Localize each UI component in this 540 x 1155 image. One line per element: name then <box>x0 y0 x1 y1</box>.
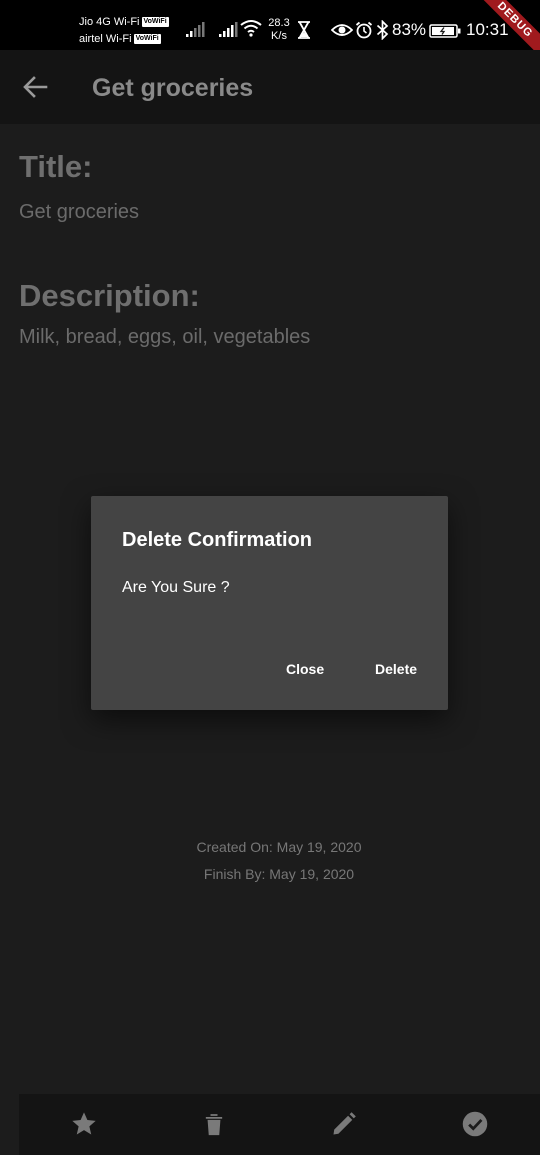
net-speed-value: 28.3 <box>268 17 290 29</box>
arrow-back-icon[interactable] <box>22 75 48 99</box>
delete-button[interactable]: Delete <box>375 659 417 679</box>
eye-icon <box>331 24 353 36</box>
app-bar <box>0 50 540 124</box>
pencil-icon[interactable] <box>330 1110 358 1138</box>
signal-icon <box>186 22 205 37</box>
close-button[interactable]: Close <box>286 659 324 679</box>
trash-icon[interactable] <box>200 1110 228 1138</box>
hourglass-icon <box>298 21 310 39</box>
alarm-icon <box>355 21 373 39</box>
star-icon[interactable] <box>70 1110 98 1138</box>
net-speed-unit: K/s <box>271 30 287 42</box>
check-circle-icon[interactable] <box>461 1110 489 1138</box>
carrier-1-name: Jio 4G Wi-Fi <box>79 16 140 28</box>
carrier-2-name: airtel Wi-Fi <box>79 33 132 45</box>
title-value: Get groceries <box>19 201 140 223</box>
carrier-2: airtel Wi-Fi VoWiFi <box>79 33 161 46</box>
finish-by: Finish By: May 19, 2020 <box>203 866 355 882</box>
bluetooth-icon <box>376 20 389 40</box>
created-on: Created On: May 19, 2020 <box>196 839 362 855</box>
title-label: Title: <box>19 149 93 184</box>
battery-icon <box>429 24 461 38</box>
battery-percent: 83% <box>392 20 427 39</box>
page-title: Get groceries <box>92 74 254 102</box>
signal-icon <box>219 22 238 37</box>
net-speed: 28.3 K/s <box>266 17 292 43</box>
status-bar: Jio 4G Wi-Fi VoWiFi airtel Wi-Fi VoWiFi 28… <box>0 0 540 50</box>
description-label: Description: <box>19 278 200 313</box>
delete-confirmation-dialog: Delete Confirmation Are You Sure ? Close… <box>91 496 448 710</box>
carrier-1: Jio 4G Wi-Fi VoWiFi <box>79 16 169 29</box>
wifi-icon <box>240 20 262 37</box>
dialog-title: Delete Confirmation <box>122 529 313 551</box>
description-value: Milk, bread, eggs, oil, vegetables <box>19 326 311 348</box>
clock: 10:31 <box>466 20 509 39</box>
volte-badge: VoWiFi <box>141 17 169 28</box>
dialog-message: Are You Sure ? <box>122 579 230 596</box>
volte-badge: VoWiFi <box>133 34 161 45</box>
